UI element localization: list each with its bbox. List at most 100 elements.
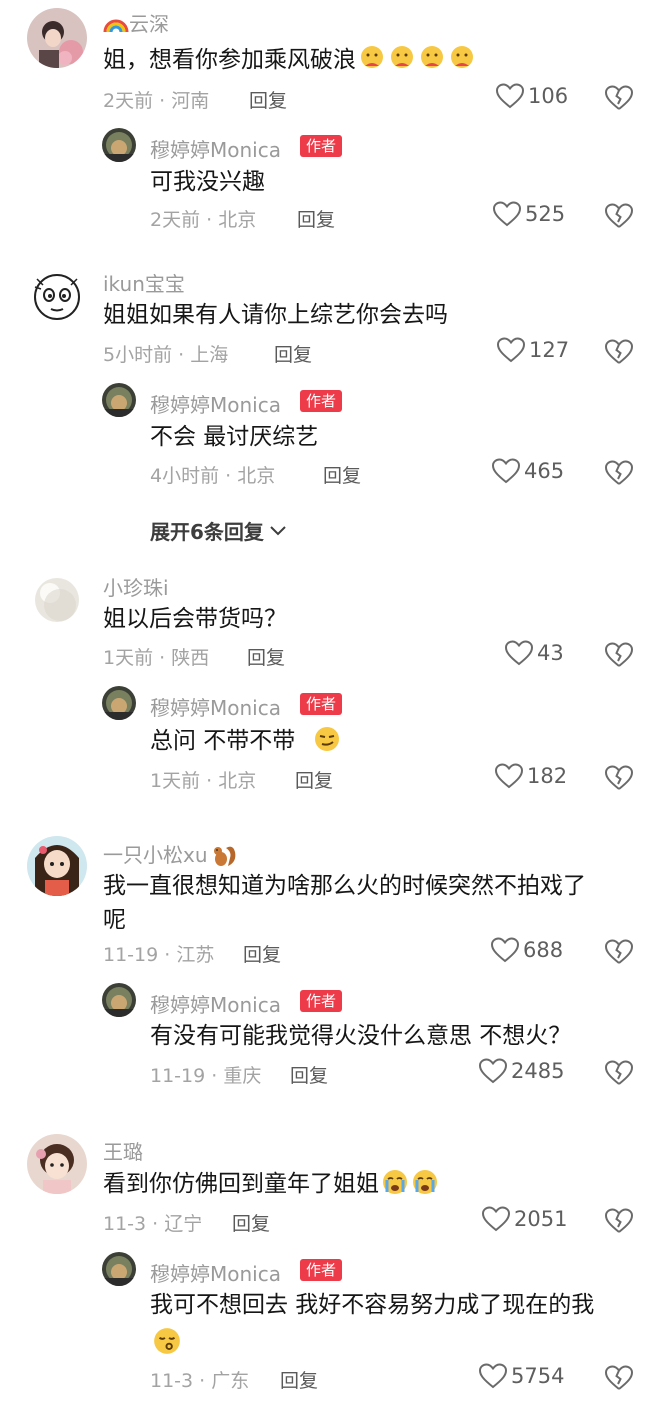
chevron-down-icon	[270, 525, 286, 535]
username[interactable]: 小珍珠i	[103, 572, 169, 601]
broken-heart-icon	[604, 85, 634, 110]
reply-button[interactable]: 回复	[247, 643, 285, 670]
comment-text: 姐以后会带货吗？	[103, 606, 287, 632]
comment-text: 我一直很想知道为啥那么火的时候突然不拍戏了	[103, 873, 586, 899]
author-badge: 作者	[300, 693, 343, 715]
username[interactable]: ikun宝宝	[103, 268, 185, 297]
dislike-button[interactable]	[604, 1059, 634, 1087]
author-username[interactable]: 穆婷婷Monica	[150, 692, 281, 721]
dislike-button[interactable]	[604, 84, 634, 112]
dislike-button[interactable]	[604, 459, 634, 487]
like-button[interactable]: 688	[491, 937, 563, 963]
reply-button[interactable]: 回复	[249, 86, 287, 113]
avatar[interactable]	[27, 836, 87, 896]
reply-meta: 1天前 · 北京	[150, 770, 257, 792]
broken-heart-icon	[604, 1365, 634, 1390]
dislike-button[interactable]	[604, 1364, 634, 1392]
comment-meta: 2天前 · 河南	[103, 90, 210, 112]
like-button[interactable]: 465	[492, 458, 564, 484]
username[interactable]: 云深	[103, 8, 169, 37]
dislike-button[interactable]	[604, 641, 634, 669]
author-username[interactable]: 穆婷婷Monica	[150, 134, 281, 163]
broken-heart-icon	[604, 765, 634, 790]
reply-button[interactable]: 回复	[297, 205, 335, 232]
comment-meta: 11-3 · 辽宁	[103, 1213, 203, 1235]
author-badge: 作者	[300, 990, 343, 1012]
reply-meta: 11-19 · 重庆	[150, 1065, 262, 1087]
like-count: 2051	[514, 1207, 568, 1231]
hug-face-icon	[388, 44, 416, 72]
author-username[interactable]: 穆婷婷Monica	[150, 989, 281, 1018]
like-button[interactable]: 182	[495, 763, 567, 789]
heart-icon	[497, 337, 525, 363]
author-avatar[interactable]	[102, 686, 136, 720]
dislike-button[interactable]	[604, 764, 634, 792]
heart-icon	[496, 83, 524, 109]
username[interactable]: 王璐	[103, 1136, 143, 1165]
kissing-face-icon	[152, 1326, 182, 1356]
comment-text-line2: 呢	[103, 907, 126, 933]
comment-meta: 1天前 · 陕西	[103, 647, 210, 669]
reply-emoji-line	[150, 1326, 182, 1356]
reply-meta: 4小时前 · 北京	[150, 465, 276, 487]
reply-button[interactable]: 回复	[323, 461, 361, 488]
broken-heart-icon	[604, 939, 634, 964]
reply-button[interactable]: 回复	[290, 1061, 328, 1088]
reply-button[interactable]: 回复	[295, 766, 333, 793]
reply-button[interactable]: 回复	[274, 340, 312, 367]
like-button[interactable]: 525	[493, 201, 565, 227]
author-avatar[interactable]	[102, 1252, 136, 1286]
hug-face-icon	[418, 44, 446, 72]
broken-heart-icon	[604, 642, 634, 667]
like-count: 5754	[511, 1364, 565, 1388]
like-count: 688	[523, 938, 564, 962]
author-badge: 作者	[300, 1259, 343, 1281]
broken-heart-icon	[604, 1208, 634, 1233]
like-count: 106	[528, 84, 569, 108]
author-avatar[interactable]	[102, 128, 136, 162]
author-username[interactable]: 穆婷婷Monica	[150, 389, 281, 418]
heart-icon	[479, 1363, 507, 1389]
like-button[interactable]: 5754	[479, 1363, 564, 1389]
reply-text: 不会 最讨厌综艺	[150, 424, 319, 450]
reply-text: 有没有可能我觉得火没什么意思 不想火？	[150, 1023, 572, 1049]
crying-face-icon	[381, 1168, 409, 1196]
expand-replies-button[interactable]: 展开6条回复	[150, 516, 286, 545]
reply-text: 总问 不带不带	[150, 724, 341, 758]
reply-button[interactable]: 回复	[243, 940, 281, 967]
broken-heart-icon	[604, 203, 634, 228]
like-count: 127	[529, 338, 570, 362]
reply-button[interactable]: 回复	[232, 1209, 270, 1236]
like-button[interactable]: 106	[496, 83, 568, 109]
like-count: 465	[524, 459, 565, 483]
rainbow-icon	[103, 14, 129, 34]
avatar[interactable]	[27, 569, 87, 629]
comment-feed: 云深 姐，想看你参加乘风破浪 2天前 · 河南 回复 106 穆婷婷Monica…	[0, 0, 660, 1413]
author-username[interactable]: 穆婷婷Monica	[150, 1258, 281, 1287]
dislike-button[interactable]	[604, 938, 634, 966]
username[interactable]: 一只小松xu	[103, 839, 238, 868]
smirk-face-icon	[313, 725, 341, 753]
reply-text: 可我没兴趣	[150, 169, 265, 195]
squirrel-icon	[210, 842, 238, 868]
avatar[interactable]	[27, 265, 87, 325]
comment-meta: 11-19 · 江苏	[103, 944, 215, 966]
heart-icon	[479, 1058, 507, 1084]
broken-heart-icon	[604, 339, 634, 364]
author-avatar[interactable]	[102, 383, 136, 417]
comment-text: 姐，想看你参加乘风破浪	[103, 43, 476, 77]
dislike-button[interactable]	[604, 1207, 634, 1235]
reply-text: 我可不想回去 我好不容易努力成了现在的我	[150, 1292, 595, 1318]
like-button[interactable]: 43	[505, 640, 564, 666]
author-badge: 作者	[300, 390, 343, 412]
like-button[interactable]: 2051	[482, 1206, 567, 1232]
like-button[interactable]: 2485	[479, 1058, 564, 1084]
dislike-button[interactable]	[604, 338, 634, 366]
reply-button[interactable]: 回复	[280, 1366, 318, 1393]
avatar[interactable]	[27, 1134, 87, 1194]
dislike-button[interactable]	[604, 202, 634, 230]
avatar[interactable]	[27, 8, 87, 68]
author-avatar[interactable]	[102, 983, 136, 1017]
heart-icon	[495, 763, 523, 789]
like-button[interactable]: 127	[497, 337, 569, 363]
